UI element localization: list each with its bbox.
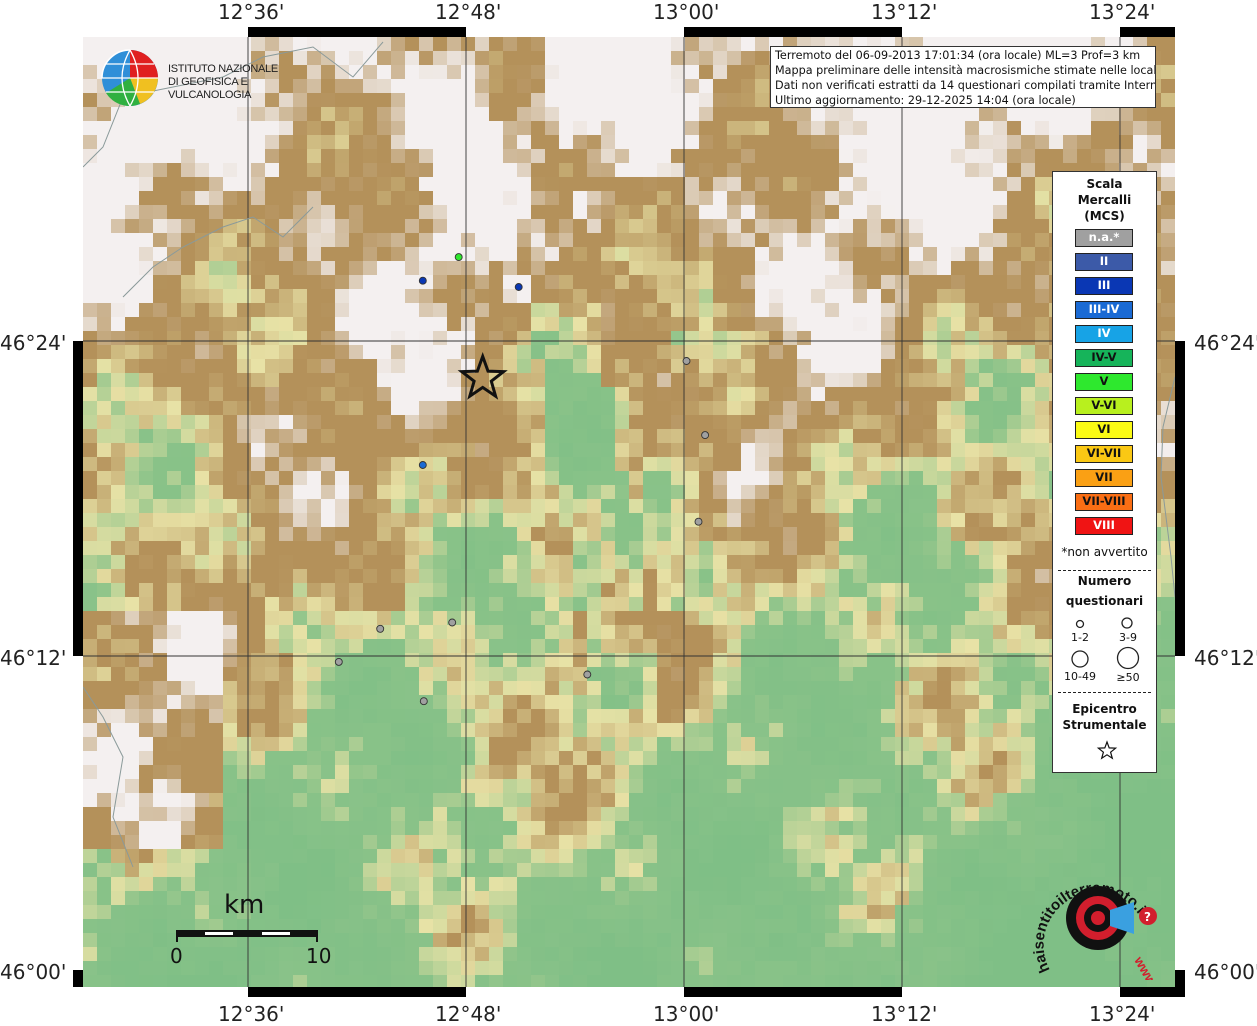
legend-title-scala: Scala bbox=[1053, 176, 1156, 192]
lon-label-bottom-1: 12°36' bbox=[218, 1002, 284, 1026]
legend-title-numero: Numero bbox=[1053, 574, 1156, 588]
event-info-line3: Dati non verificati estratti da 14 quest… bbox=[775, 78, 1151, 93]
size-symbol-50 bbox=[1118, 648, 1139, 669]
legend-panel: Scala Mercalli (MCS) n.a.*IIIIIIII-IVIVI… bbox=[1052, 171, 1157, 773]
scale-end-label: 10 bbox=[306, 944, 331, 968]
size-label-50: ≥50 bbox=[1108, 671, 1148, 684]
hsit-logo-graphic: haisentitoilterremoto.it ? www. bbox=[1030, 860, 1165, 980]
intensity-point-1[interactable] bbox=[419, 277, 426, 284]
legend-divider-1 bbox=[1058, 570, 1151, 571]
legend-swatch-v-vi: V-VI bbox=[1075, 397, 1133, 415]
legend-swatch-vi-vii: VI-VII bbox=[1075, 445, 1133, 463]
lat-label-right-1: 46°24' bbox=[1194, 331, 1257, 355]
intensity-point-9[interactable] bbox=[377, 625, 384, 632]
intensity-point-5[interactable] bbox=[702, 432, 709, 439]
epicenter-star[interactable] bbox=[462, 356, 504, 396]
globe-icon bbox=[100, 47, 162, 109]
event-info-line4: Ultimo aggiornamento: 29-12-2025 14:04 (… bbox=[775, 93, 1151, 108]
legend-divider-2 bbox=[1058, 692, 1151, 693]
hsit-www: www. bbox=[1131, 953, 1161, 980]
legend-swatch-vii: VII bbox=[1075, 469, 1133, 487]
legend-swatch-vii-viii: VII-VIII bbox=[1075, 493, 1133, 511]
intensity-point-8[interactable] bbox=[449, 619, 456, 626]
map-area[interactable] bbox=[83, 37, 1175, 987]
intensity-points[interactable] bbox=[335, 254, 708, 705]
intensity-point-2[interactable] bbox=[455, 254, 462, 261]
scale-start-label: 0 bbox=[170, 944, 183, 968]
intensity-point-4[interactable] bbox=[683, 358, 690, 365]
star-icon bbox=[1095, 739, 1119, 763]
intensity-point-12[interactable] bbox=[584, 671, 591, 678]
intensity-point-6[interactable] bbox=[419, 462, 426, 469]
lat-label-left-3: 46°00' bbox=[0, 960, 66, 984]
event-info-line2: Mappa preliminare delle intensità macros… bbox=[775, 63, 1151, 78]
size-label-10-49: 10-49 bbox=[1060, 670, 1100, 683]
lon-label-bottom-4: 13°12' bbox=[871, 1002, 937, 1026]
epicenter-star-icon[interactable] bbox=[462, 356, 504, 396]
lon-label-top-2: 12°48' bbox=[435, 0, 501, 24]
legend-swatch-iv-v: IV-V bbox=[1075, 349, 1133, 367]
lat-label-left-2: 46°12' bbox=[0, 646, 66, 670]
lon-label-top-1: 12°36' bbox=[218, 0, 284, 24]
legend-title-epicentro: Epicentro bbox=[1053, 702, 1156, 716]
ingv-name: ISTITUTO NAZIONALE DI GEOFISICA E VULCAN… bbox=[168, 63, 310, 102]
legend-swatch-iii-iv: III-IV bbox=[1075, 301, 1133, 319]
intensity-point-11[interactable] bbox=[420, 698, 427, 705]
lon-label-bottom-5: 13°24' bbox=[1089, 1002, 1155, 1026]
legend-swatch-vi: VI bbox=[1075, 421, 1133, 439]
lon-label-bottom-2: 12°48' bbox=[435, 1002, 501, 1026]
ingv-name-line2: DI GEOFISICA E VULCANOLOGIA bbox=[168, 76, 310, 102]
legend-title-questionari: questionari bbox=[1053, 594, 1156, 608]
legend-note-non-avvertito: *non avvertito bbox=[1053, 545, 1156, 559]
scale-unit: km bbox=[224, 890, 264, 920]
legend-swatch-v: V bbox=[1075, 373, 1133, 391]
legend-swatch-iv: IV bbox=[1075, 325, 1133, 343]
size-symbol-1-2 bbox=[1077, 621, 1084, 628]
legend-swatch-ii: II bbox=[1075, 253, 1133, 271]
legend-title-strumentale: Strumentale bbox=[1053, 718, 1156, 732]
lon-label-top-3: 13°00' bbox=[653, 0, 719, 24]
size-label-1-2: 1-2 bbox=[1060, 631, 1100, 644]
intensity-point-10[interactable] bbox=[335, 658, 342, 665]
lat-label-right-3: 46°00' bbox=[1194, 960, 1257, 984]
lon-label-top-4: 13°12' bbox=[871, 0, 937, 24]
ingv-name-line1: ISTITUTO NAZIONALE bbox=[168, 63, 310, 76]
lat-label-right-2: 46°12' bbox=[1194, 646, 1257, 670]
event-info-line1: Terremoto del 06-09-2013 17:01:34 (ora l… bbox=[775, 48, 1151, 63]
graticule bbox=[83, 37, 1175, 987]
legend-title-mercalli: Mercalli bbox=[1053, 192, 1156, 208]
legend-swatch-viii: VIII bbox=[1075, 517, 1133, 535]
country-borders bbox=[83, 42, 1175, 867]
size-symbol-3-9 bbox=[1122, 618, 1132, 628]
ingv-logo: ISTITUTO NAZIONALE DI GEOFISICA E VULCAN… bbox=[100, 47, 310, 109]
hsit-logo: haisentitoilterremoto.it ? www. bbox=[1030, 860, 1165, 980]
legend-swatch-iii: III bbox=[1075, 277, 1133, 295]
lon-label-bottom-3: 13°00' bbox=[653, 1002, 719, 1026]
map-overlay bbox=[83, 37, 1175, 987]
lat-label-left-1: 46°24' bbox=[0, 331, 66, 355]
intensity-point-3[interactable] bbox=[515, 284, 522, 291]
intensity-point-7[interactable] bbox=[695, 518, 702, 525]
legend-swatch-n-a: n.a.* bbox=[1075, 229, 1133, 247]
scale-bar: km 0 10 bbox=[170, 890, 330, 970]
size-label-3-9: 3-9 bbox=[1108, 631, 1148, 644]
lon-label-top-5: 13°24' bbox=[1089, 0, 1155, 24]
legend-title-mcs: (MCS) bbox=[1053, 208, 1156, 224]
size-symbol-10-49 bbox=[1072, 651, 1088, 667]
event-info-box: Terremoto del 06-09-2013 17:01:34 (ora l… bbox=[770, 46, 1156, 108]
